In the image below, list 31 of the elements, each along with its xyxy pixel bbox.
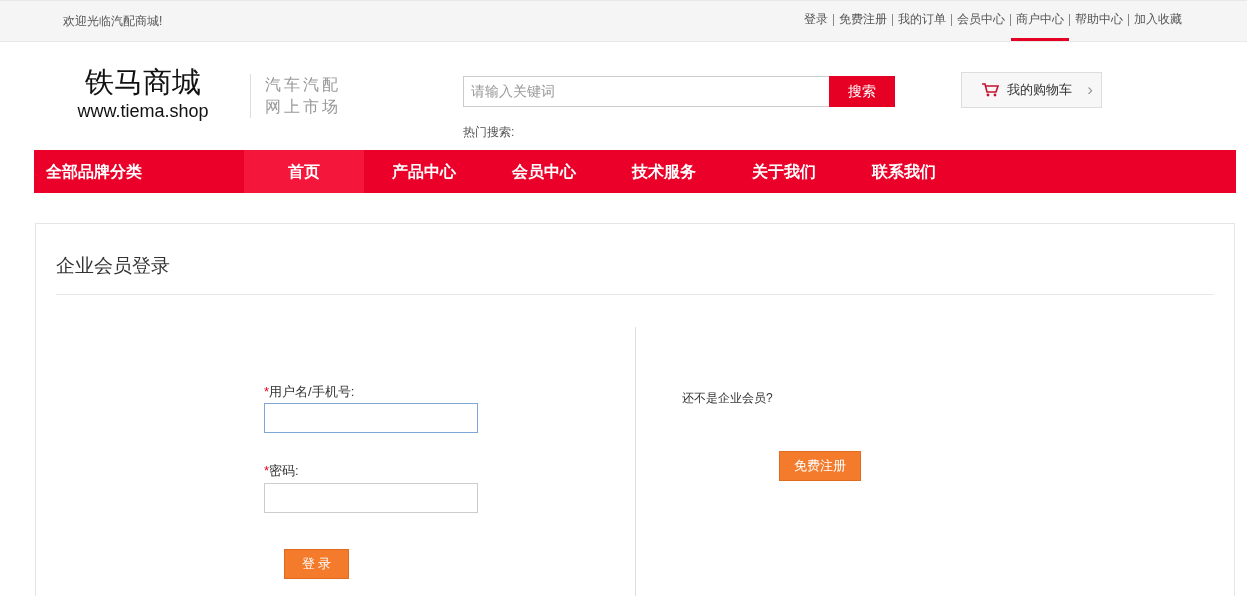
- nav-tab[interactable]: 关于我们: [724, 150, 844, 193]
- logo-title: 铁马商城: [84, 66, 202, 99]
- page-title: 企业会员登录: [56, 224, 1214, 295]
- top-link[interactable]: 登录: [799, 1, 833, 41]
- logo-url: www.tiema.shop: [76, 100, 210, 124]
- slogan: 汽车汽配 网上市场: [250, 74, 341, 118]
- category-menu[interactable]: 全部品牌分类: [34, 159, 244, 184]
- field-label: *用户名/手机号:: [264, 382, 356, 401]
- cart-icon: [982, 83, 999, 97]
- top-link[interactable]: 我的订单: [893, 1, 951, 41]
- hot-search-label: 热门搜索:: [463, 123, 516, 141]
- nav-tab[interactable]: 首页: [244, 150, 364, 193]
- nav-tab[interactable]: 联系我们: [844, 150, 964, 193]
- login-button[interactable]: 登 录: [284, 548, 349, 579]
- input-field[interactable]: [264, 482, 478, 513]
- nav-tab[interactable]: 技术服务: [604, 150, 724, 193]
- top-link[interactable]: 商户中心: [1011, 1, 1069, 41]
- top-link[interactable]: 帮助中心: [1070, 1, 1128, 41]
- register-prompt: 还不是企业会员?: [682, 389, 774, 407]
- welcome-text: 欢迎光临汽配商城!: [63, 13, 163, 30]
- field-label: *密码:: [264, 462, 300, 480]
- search-button[interactable]: 搜索: [829, 75, 895, 107]
- input-field[interactable]: [264, 403, 478, 433]
- nav-tab[interactable]: 产品中心: [364, 150, 484, 193]
- nav-tab[interactable]: 会员中心: [484, 150, 604, 193]
- cart-button[interactable]: 我的购物车 ›: [961, 72, 1102, 108]
- search-field[interactable]: 请输入关键词: [463, 75, 829, 107]
- top-link[interactable]: 会员中心: [952, 1, 1010, 41]
- top-link[interactable]: 免费注册: [834, 1, 892, 41]
- top-link[interactable]: 加入收藏: [1129, 1, 1187, 41]
- register-button[interactable]: 免费注册: [779, 450, 861, 481]
